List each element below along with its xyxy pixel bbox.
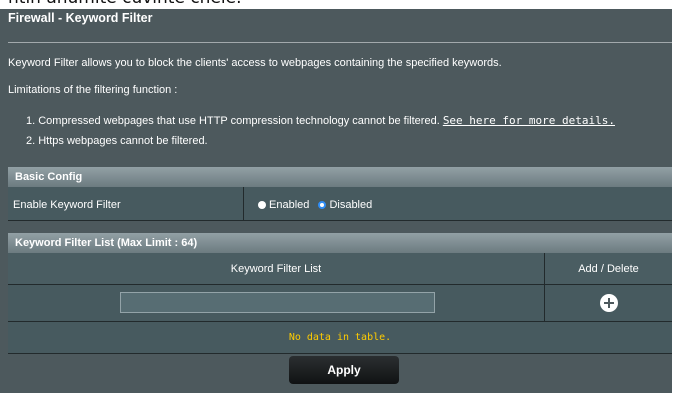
title-divider xyxy=(8,42,672,43)
no-data-message: No data in table. xyxy=(288,332,392,343)
radio-enabled[interactable] xyxy=(258,201,266,209)
apply-button[interactable]: Apply xyxy=(289,356,399,384)
input-row-divider xyxy=(544,285,545,321)
enable-keyword-filter-label: Enable Keyword Filter xyxy=(13,199,121,211)
limitation-item-2: 2. Https webpages cannot be filtered. xyxy=(26,135,208,147)
radio-disabled-label[interactable]: Disabled xyxy=(329,199,372,211)
limitations-heading: Limitations of the filtering function : xyxy=(8,84,178,96)
keyword-filter-panel: Firewall - Keyword Filter Keyword Filter… xyxy=(0,9,672,393)
description-text: Keyword Filter allows you to block the c… xyxy=(8,57,502,69)
basic-config-header: Basic Config xyxy=(8,167,672,187)
keyword-list-header: Keyword Filter List (Max Limit : 64) xyxy=(8,233,672,253)
enable-keyword-filter-row: Enable Keyword Filter Enabled Disabled xyxy=(8,187,672,221)
row-divider xyxy=(243,187,244,220)
radio-enabled-label[interactable]: Enabled xyxy=(269,199,309,211)
page-title: Firewall - Keyword Filter xyxy=(8,11,153,25)
column-header-keyword: Keyword Filter List xyxy=(230,263,322,275)
details-link[interactable]: See here for more details. xyxy=(443,114,615,127)
empty-table-row: No data in table. xyxy=(8,322,672,354)
add-icon[interactable] xyxy=(600,294,618,312)
radio-disabled[interactable] xyxy=(318,201,327,209)
limitation-item-1: 1. Compressed webpages that use HTTP com… xyxy=(26,114,615,128)
column-header-add-delete: Add / Delete xyxy=(578,263,639,275)
keyword-input-row xyxy=(8,285,672,322)
page-caption-fragment: ntin anumite cuvinte cheie. xyxy=(8,0,242,9)
keyword-list-column-header-row: Keyword Filter List Add / Delete xyxy=(8,253,672,285)
enable-radio-group: Enabled Disabled xyxy=(258,198,372,212)
keyword-input[interactable] xyxy=(120,292,435,313)
limitation-item-1-text: 1. Compressed webpages that use HTTP com… xyxy=(26,115,440,127)
